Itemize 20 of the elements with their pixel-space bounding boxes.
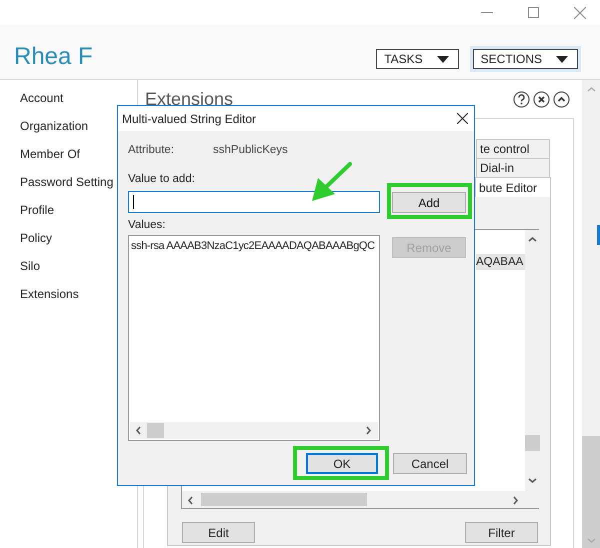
button[interactable]: Edit (182, 522, 255, 543)
field-label: Value to add: (128, 172, 196, 187)
values-list[interactable]: ssh-rsa AAAAB3NzaC1yc2EAAAADAQABAAABgQC (128, 235, 380, 441)
button[interactable]: Add (392, 192, 466, 213)
field-label: Values: (128, 218, 167, 233)
button[interactable]: OK (306, 453, 378, 474)
section-title: Extensions (145, 88, 234, 110)
list-row[interactable]: AQABAA (476, 254, 526, 270)
dropdown-button[interactable]: TASKS (376, 49, 459, 69)
page-title: Rhea F (14, 43, 93, 71)
tab[interactable]: bute Editor (475, 177, 551, 197)
dialog-title: Multi-valued String Editor (122, 110, 256, 128)
tab[interactable]: te control (476, 139, 550, 158)
attribute-label: Attribute: (128, 143, 176, 158)
dropdown-button[interactable]: SECTIONS (472, 49, 578, 69)
attribute-value: sshPublicKeys (213, 143, 288, 158)
tab[interactable]: Dial-in (476, 158, 550, 177)
button[interactable]: Filter (465, 522, 538, 543)
list-row[interactable]: ssh-rsa AAAAB3NzaC1yc2EAAAADAQABAAABgQC (131, 239, 375, 253)
button[interactable]: Cancel (393, 453, 467, 474)
